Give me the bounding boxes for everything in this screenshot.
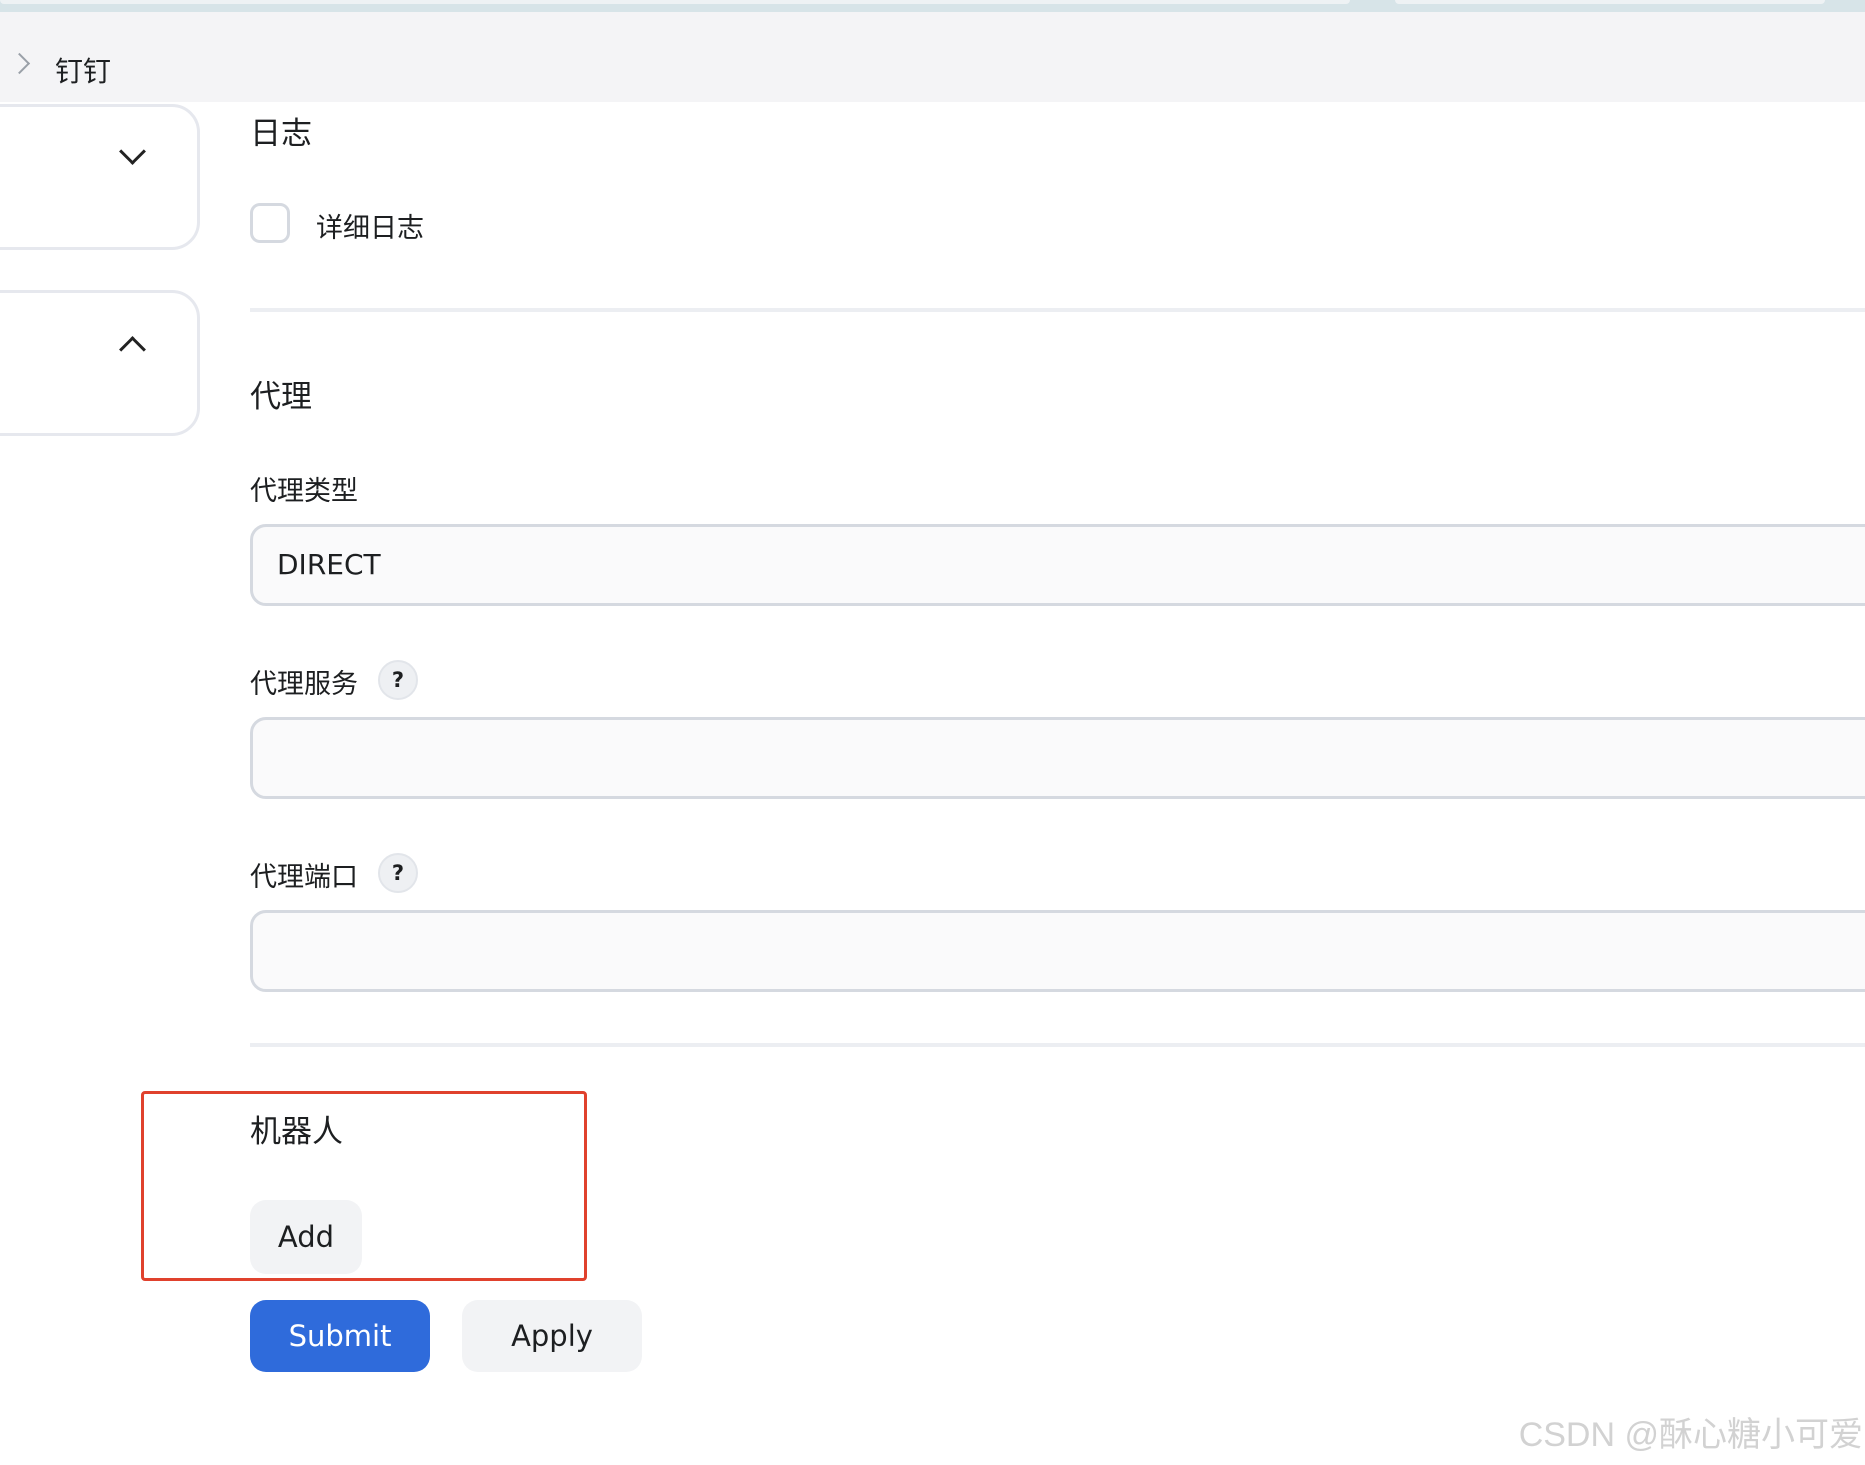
log-section-title: 日志 [250,116,312,152]
address-bar-edge [0,0,1350,4]
search-bar-edge [1395,0,1825,4]
robot-section-title: 机器人 [250,1114,343,1150]
chevron-up-icon[interactable] [119,336,146,363]
browser-top-strip [0,0,1865,12]
side-panel-collapsed[interactable] [0,104,200,250]
verbose-log-label[interactable]: 详细日志 [316,206,424,245]
proxy-service-label: 代理服务 [250,669,358,700]
breadcrumb-item-dingtalk[interactable]: 钉钉 [55,50,111,90]
verbose-log-checkbox[interactable] [250,203,290,243]
proxy-service-input[interactable] [250,717,1865,799]
apply-button[interactable]: Apply [462,1300,642,1372]
side-panel-expanded[interactable] [0,290,200,436]
add-robot-button[interactable]: Add [250,1200,362,1274]
submit-button[interactable]: Submit [250,1300,430,1372]
proxy-section-title: 代理 [250,379,312,415]
proxy-port-label: 代理端口 [250,862,358,893]
section-divider [250,308,1865,312]
proxy-service-help-icon[interactable]: ? [378,660,418,700]
robot-section-highlight [141,1091,587,1281]
proxy-port-input[interactable] [250,910,1865,992]
chevron-right-icon [8,52,31,75]
section-divider [250,1043,1865,1047]
proxy-type-field[interactable]: DIRECT [250,524,1865,606]
watermark: CSDN @酥心糖小可爱 [1518,1416,1863,1454]
chevron-down-icon[interactable] [119,138,146,165]
breadcrumb: 钉钉 [0,12,1865,102]
proxy-type-label: 代理类型 [250,476,358,507]
proxy-port-help-icon[interactable]: ? [378,853,418,893]
